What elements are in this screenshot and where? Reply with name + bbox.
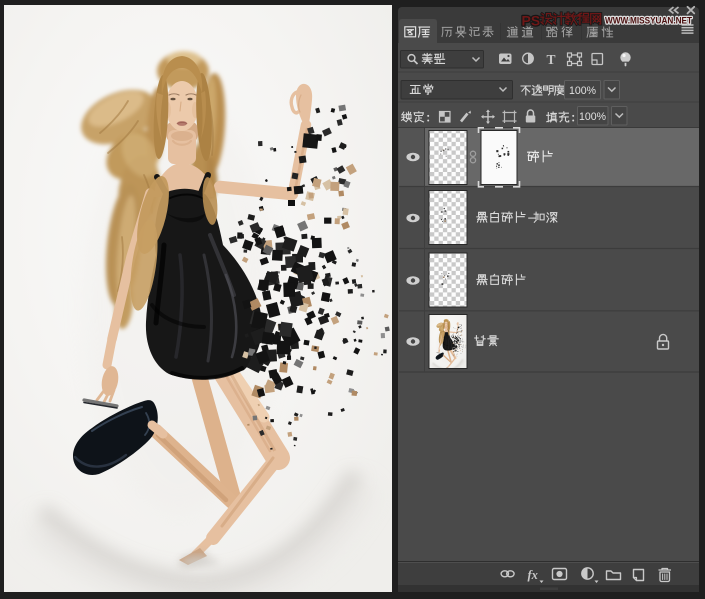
- svg-text:100%: 100%: [569, 85, 596, 97]
- svg-text:fx: fx: [528, 568, 538, 582]
- svg-text:T: T: [547, 52, 556, 67]
- svg-text:100%: 100%: [579, 111, 606, 123]
- svg-text:PS: PS: [522, 13, 541, 29]
- svg-text:WWW.MISSYUAN.NET: WWW.MISSYUAN.NET: [605, 16, 692, 27]
